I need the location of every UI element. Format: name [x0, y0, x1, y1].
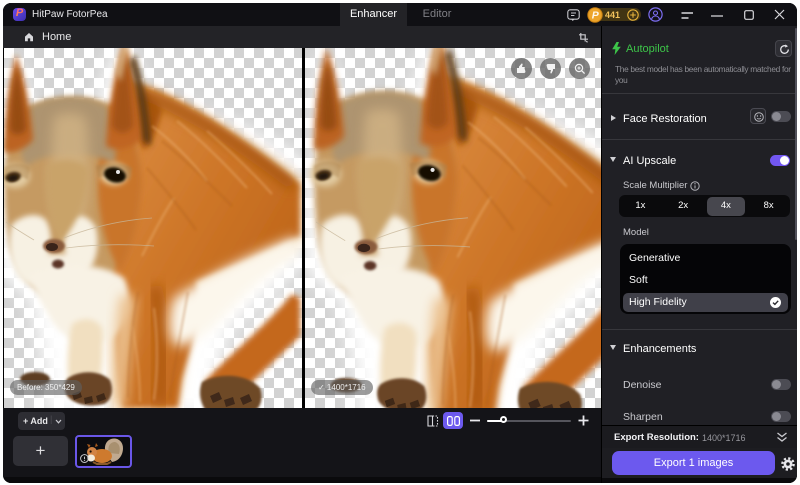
svg-text:P: P	[592, 10, 600, 22]
